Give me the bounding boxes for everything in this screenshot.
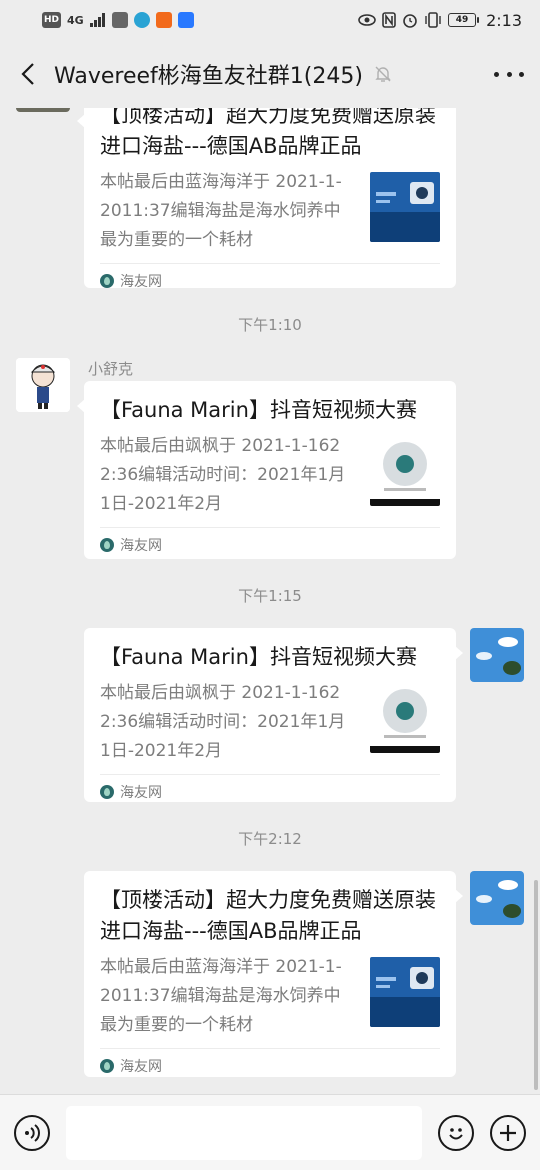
card-thumbnail (370, 436, 440, 506)
store-app-icon (177, 12, 194, 28)
chevron-left-icon (21, 63, 34, 85)
timestamp: 下午1:10 (238, 316, 302, 334)
avatar[interactable] (470, 871, 524, 925)
scrollbar[interactable] (534, 880, 538, 1090)
card-description: 本帖最后由蓝海海洋于 2021-1-2011:37编辑海盐是海水饲养中最为重要的… (100, 172, 342, 250)
source-logo-icon (100, 273, 114, 288)
source-name: 海友网 (120, 273, 162, 290)
card-thumbnail (370, 683, 440, 753)
alarm-icon (403, 14, 417, 28)
timestamp: 下午2:12 (238, 830, 302, 848)
status-bar: HD 4G 49 2:13 (0, 0, 540, 40)
card-title: 【顶楼活动】超大力度免费赠送原装进口海盐---德国AB品牌正品 (100, 108, 436, 158)
card-description: 本帖最后由飒枫于 2021-1-1622:36编辑活动时间：2021年1月1日-… (100, 683, 346, 761)
emoji-button[interactable] (438, 1114, 474, 1151)
network-type: 4G (67, 13, 84, 27)
card-title: 【顶楼活动】超大力度免费赠送原装进口海盐---德国AB品牌正品 (100, 888, 436, 943)
source-name: 海友网 (120, 1058, 162, 1075)
voice-icon (25, 1123, 40, 1142)
status-time: 2:13 (486, 10, 522, 30)
bell-off-icon (375, 66, 391, 82)
message-input[interactable] (66, 1105, 422, 1160)
card-title: 【Fauna Marin】抖音短视频大赛 (100, 398, 417, 422)
nfc-icon (382, 12, 396, 28)
voice-button[interactable] (14, 1114, 50, 1151)
avatar[interactable] (16, 358, 70, 412)
source-logo-icon (100, 1058, 114, 1073)
card-source: 海友网 (100, 263, 440, 297)
chat-header: Wavereef彬海鱼友社群1(245) (0, 40, 540, 108)
plus-icon (500, 1124, 516, 1141)
battery-icon: 49 (448, 13, 480, 27)
source-logo-icon (100, 537, 114, 552)
avatar[interactable] (16, 108, 70, 112)
card-thumbnail (370, 957, 440, 1027)
card-title: 【Fauna Marin】抖音短视频大赛 (100, 645, 417, 669)
hd-icon: HD (42, 12, 62, 28)
input-bar (0, 1094, 540, 1170)
card-source: 海友网 (100, 1048, 440, 1082)
chat-message-list[interactable]: 【顶楼活动】超大力度免费赠送原装进口海盐---德国AB品牌正品 本帖最后由蓝海海… (0, 108, 540, 1094)
status-right: 49 2:13 (358, 11, 522, 30)
add-button[interactable] (490, 1114, 526, 1151)
chat-title: Wavereef彬海鱼友社群1(245) (54, 64, 363, 89)
back-button[interactable] (16, 59, 40, 89)
card-description: 本帖最后由蓝海海洋于 2021-1-2011:37编辑海盐是海水饲养中最为重要的… (100, 957, 342, 1035)
eye-icon (358, 14, 376, 26)
avatar[interactable] (470, 628, 524, 682)
emoji-icon (449, 1127, 463, 1139)
timestamp: 下午1:15 (238, 587, 302, 605)
link-card[interactable]: 【顶楼活动】超大力度免费赠送原装进口海盐---德国AB品牌正品 本帖最后由蓝海海… (77, 108, 456, 290)
card-source: 海友网 (100, 527, 440, 561)
more-dots-icon (494, 71, 499, 77)
chat-notification-icon (133, 12, 150, 28)
link-card[interactable]: 【Fauna Marin】抖音短视频大赛 本帖最后由飒枫于 2021-1-162… (84, 628, 463, 802)
card-description: 本帖最后由飒枫于 2021-1-1622:36编辑活动时间：2021年1月1日-… (100, 436, 346, 514)
card-source: 海友网 (100, 774, 440, 808)
vibrate-icon (425, 12, 441, 28)
card-thumbnail (370, 172, 440, 242)
sender-name: 小舒克 (88, 360, 134, 378)
status-left: HD 4G (42, 12, 194, 28)
more-button[interactable] (494, 64, 524, 84)
source-logo-icon (100, 784, 114, 799)
58-app-icon (155, 12, 172, 28)
source-name: 海友网 (120, 537, 162, 554)
signal-icon (89, 13, 105, 27)
link-card[interactable]: 【顶楼活动】超大力度免费赠送原装进口海盐---德国AB品牌正品 本帖最后由蓝海海… (84, 871, 463, 1077)
link-card[interactable]: 【Fauna Marin】抖音短视频大赛 本帖最后由飒枫于 2021-1-162… (77, 381, 456, 561)
source-name: 海友网 (120, 784, 162, 801)
app-notification-icon (111, 12, 128, 28)
